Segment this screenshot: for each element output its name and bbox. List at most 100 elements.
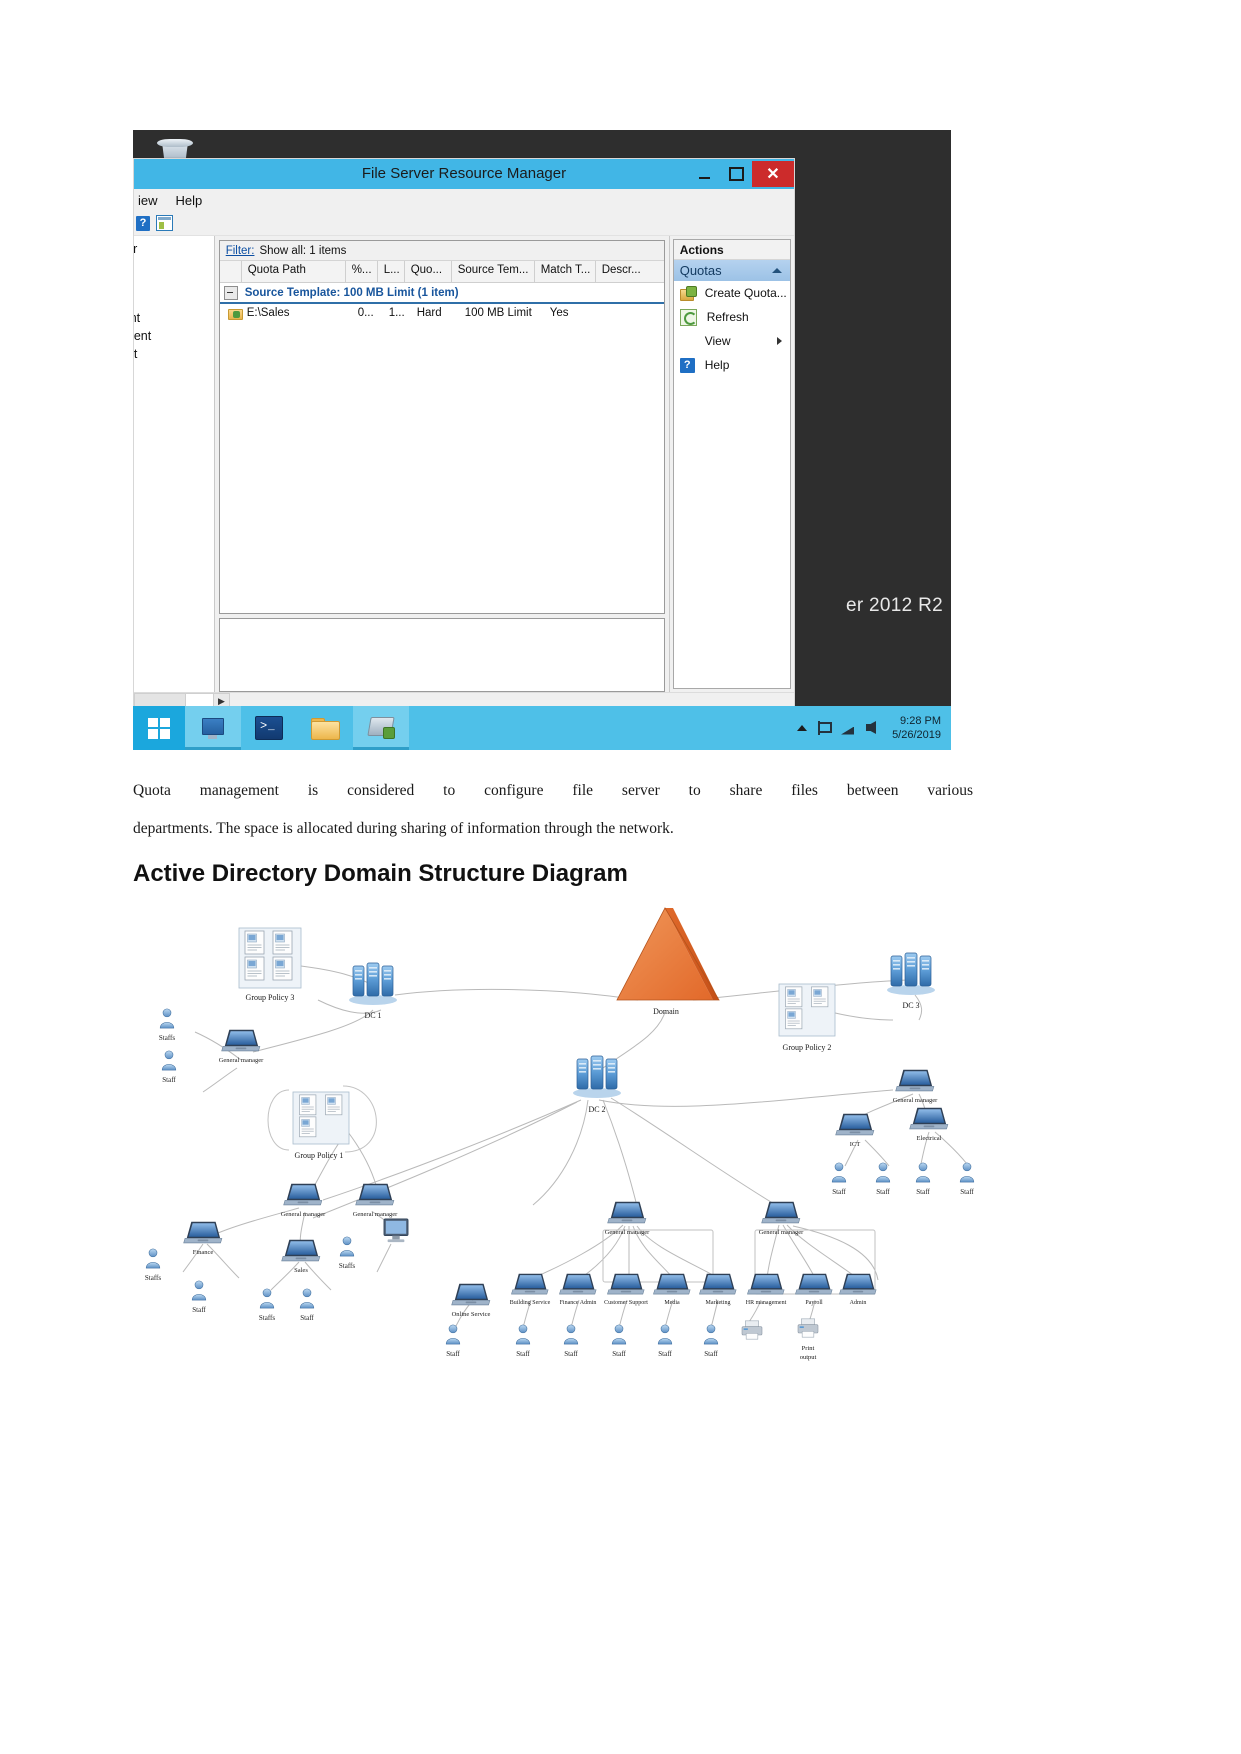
- column-header-quota-type[interactable]: Quo...: [405, 261, 452, 282]
- volume-icon[interactable]: [866, 721, 882, 735]
- help-icon[interactable]: ?: [136, 215, 150, 231]
- svg-text:DC 3: DC 3: [902, 1001, 919, 1010]
- taskbar-server-manager[interactable]: [185, 706, 241, 750]
- filter-link[interactable]: Filter:: [226, 245, 255, 257]
- action-refresh-label: Refresh: [706, 310, 749, 324]
- diagram-node-staff-r2: Staff: [875, 1162, 890, 1196]
- cell-quota-type: Hard: [416, 307, 442, 319]
- diagram-node-staff-bs: Staff: [515, 1324, 530, 1358]
- tree-item-4[interactable]: ports Management: [134, 329, 151, 343]
- cell-match-template: Yes: [549, 307, 569, 319]
- view-placeholder-icon: [680, 334, 695, 349]
- tree-item-3[interactable]: ing Management: [134, 311, 140, 325]
- column-header-quota-path[interactable]: Quota Path: [242, 261, 346, 282]
- diagram-node-hr-management: HR management: [746, 1273, 787, 1306]
- actions-group-label: Quotas: [679, 263, 722, 278]
- diagram-node-staffs-d: Staffs: [339, 1236, 355, 1270]
- taskbar-clock[interactable]: 9:28 PM 5/26/2019: [892, 714, 943, 742]
- menu-item-help[interactable]: Help: [174, 193, 205, 208]
- svg-text:Staffs: Staffs: [339, 1262, 355, 1270]
- file-explorer-icon: [311, 717, 340, 740]
- clock-date: 5/26/2019: [892, 729, 941, 741]
- svg-text:Staff: Staff: [300, 1314, 314, 1322]
- column-header-description[interactable]: Descr...: [596, 261, 656, 282]
- show-hidden-icons-icon[interactable]: [797, 725, 808, 731]
- diagram-node-payroll: Payroll: [795, 1273, 833, 1306]
- taskbar-file-explorer[interactable]: [297, 706, 353, 750]
- column-header-match-template[interactable]: Match T...: [535, 261, 596, 282]
- help-icon: ?: [679, 357, 695, 373]
- maximize-button[interactable]: [720, 161, 752, 187]
- navigation-tree[interactable]: source Manager nagement emplates ing Man…: [134, 236, 215, 692]
- actions-title: Actions: [673, 240, 790, 260]
- server-manager-icon: [200, 717, 226, 739]
- column-header-limit[interactable]: L...: [378, 261, 405, 282]
- actions-pane: Actions Quotas Create Quota... Refresh V…: [668, 236, 794, 692]
- column-header-percent[interactable]: %...: [346, 261, 378, 282]
- cell-source-template: 100 MB Limit: [464, 307, 532, 319]
- action-center-flag-icon[interactable]: [817, 721, 833, 735]
- diagram-node-printer-2: [741, 1320, 763, 1340]
- diagram-node-staff-os: Staff: [445, 1324, 460, 1358]
- diagram-node-customer-support: Customer Support: [604, 1273, 648, 1306]
- diagram-node-staff-b: Staff: [191, 1280, 206, 1314]
- fsrm-icon: [366, 716, 396, 740]
- action-help-label: Help: [704, 358, 730, 372]
- diagram-node-staff-mk: Staff: [703, 1324, 718, 1358]
- diagram-node-electrical: Electrical: [909, 1107, 949, 1142]
- svg-text:Staff: Staff: [192, 1306, 206, 1314]
- action-refresh[interactable]: Refresh: [674, 305, 790, 329]
- diagram-node-staff-cs: Staff: [611, 1324, 626, 1358]
- diagram-node-dc3: DC 3: [886, 952, 936, 1010]
- create-quota-icon: [679, 285, 697, 301]
- table-header: Quota Path %... L... Quo... Source Tem..…: [219, 261, 664, 283]
- svg-text:Staff: Staff: [876, 1188, 890, 1196]
- windows-start-icon[interactable]: [133, 706, 185, 750]
- action-create-quota[interactable]: Create Quota...: [674, 281, 790, 305]
- tree-item-0[interactable]: source Manager: [134, 242, 137, 256]
- minimize-button[interactable]: [688, 161, 720, 187]
- network-icon[interactable]: [841, 722, 856, 735]
- chevron-up-icon[interactable]: [772, 268, 782, 273]
- paragraph-line-2: departments. The space is allocated duri…: [133, 820, 674, 837]
- column-header-icon[interactable]: [220, 261, 242, 282]
- menu-item-view[interactable]: iew: [136, 193, 160, 208]
- diagram-node-admin: Admin: [839, 1273, 877, 1306]
- fsrm-window: File Server Resource Manager ✕ iew Help …: [133, 158, 795, 712]
- svg-text:Staff: Staff: [564, 1350, 578, 1358]
- collapse-icon[interactable]: [223, 285, 238, 300]
- svg-text:Finance Admin: Finance Admin: [560, 1300, 597, 1306]
- diagram-node-general-manager-d: General manager: [605, 1201, 650, 1236]
- svg-text:Staffs: Staffs: [259, 1314, 275, 1322]
- svg-text:HR management: HR management: [746, 1300, 787, 1306]
- table-row[interactable]: E:\Sales 0... 1... Hard 100 MB Limit Yes: [220, 304, 664, 322]
- close-button[interactable]: ✕: [752, 161, 794, 187]
- window-titlebar[interactable]: File Server Resource Manager ✕: [134, 159, 794, 189]
- svg-text:General manager: General manager: [759, 1229, 804, 1236]
- diagram-node-media: Media: [653, 1273, 691, 1306]
- taskbar-powershell[interactable]: [241, 706, 297, 750]
- diagram-node-finance-admin: Finance Admin: [559, 1273, 597, 1306]
- actions-group-quotas[interactable]: Quotas: [673, 260, 790, 281]
- svg-text:Admin: Admin: [850, 1300, 867, 1306]
- svg-text:Staff: Staff: [162, 1076, 176, 1084]
- action-create-quota-label: Create Quota...: [704, 286, 787, 300]
- svg-text:General manager: General manager: [219, 1057, 264, 1064]
- svg-text:ICT: ICT: [850, 1141, 861, 1148]
- svg-text:Electrical: Electrical: [917, 1135, 942, 1142]
- svg-text:General manager: General manager: [893, 1097, 938, 1104]
- action-view[interactable]: View: [674, 329, 790, 353]
- diagram-node-staff-c: Staff: [299, 1288, 314, 1322]
- svg-text:Group Policy 1: Group Policy 1: [295, 1151, 344, 1160]
- show-pane-icon[interactable]: [156, 215, 173, 231]
- diagram-node-domain: Domain: [616, 907, 720, 1016]
- tree-item-5[interactable]: on Management: [134, 347, 137, 361]
- group-row[interactable]: Source Template: 100 MB Limit (1 item): [219, 283, 664, 304]
- toolbar: ?: [134, 211, 794, 236]
- column-header-source-template[interactable]: Source Tem...: [452, 261, 535, 282]
- svg-text:General manager: General manager: [281, 1211, 326, 1218]
- svg-text:DC 2: DC 2: [588, 1105, 605, 1114]
- action-help[interactable]: ? Help: [674, 353, 790, 377]
- svg-text:Staff: Staff: [832, 1188, 846, 1196]
- taskbar-fsrm[interactable]: [353, 706, 409, 750]
